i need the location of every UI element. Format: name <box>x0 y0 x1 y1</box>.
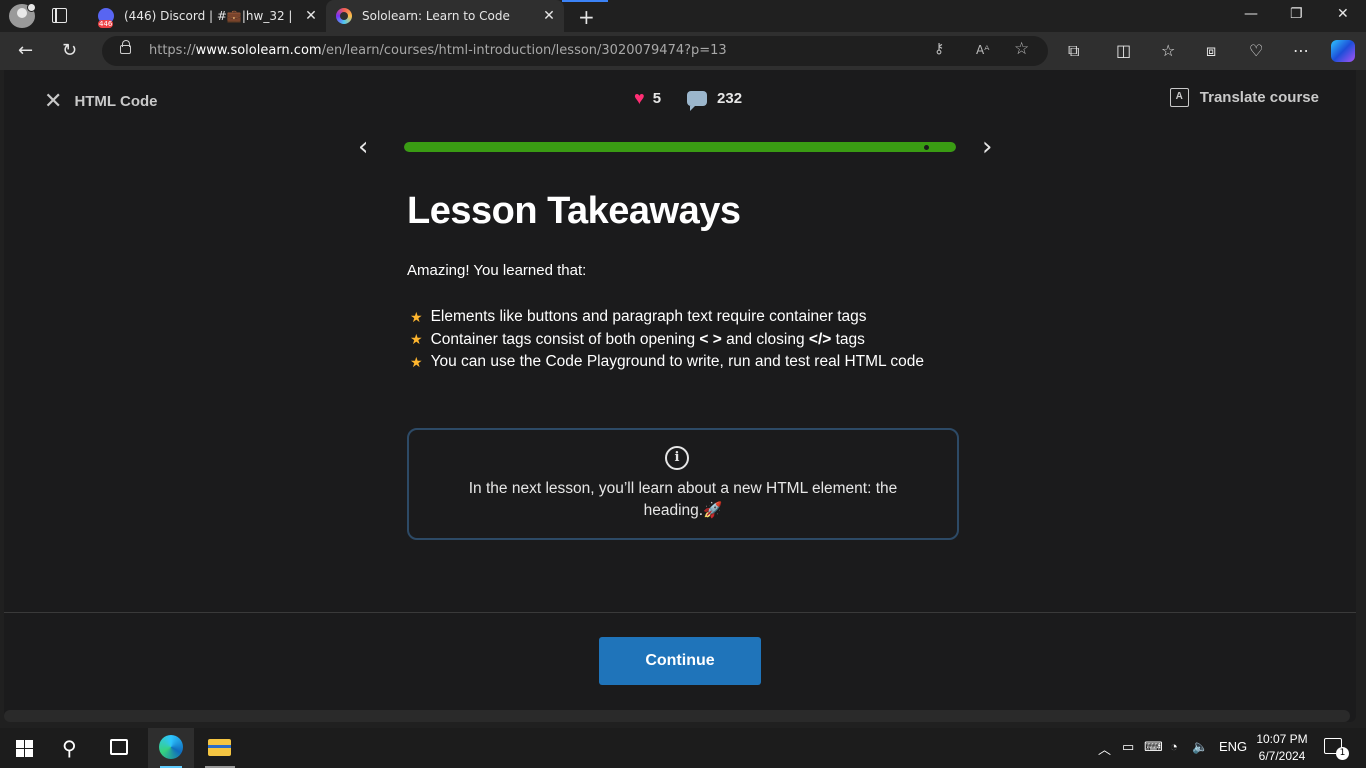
favorite-star-icon[interactable]: ☆ <box>1014 39 1029 59</box>
sololearn-icon <box>336 8 352 24</box>
refresh-icon[interactable]: ↻ <box>62 40 77 61</box>
comments-count[interactable]: 232 <box>717 90 742 107</box>
lesson-heading: Lesson Takeaways <box>407 190 741 232</box>
discord-icon: 446 <box>98 8 114 28</box>
close-lesson-button[interactable]: ✕ HTML Code <box>44 88 158 114</box>
minimize-icon[interactable]: — <box>1244 6 1258 22</box>
star-icon: ★ <box>410 353 423 370</box>
extensions-icon[interactable]: ⧉ <box>1068 41 1079 61</box>
tab-close-icon[interactable]: ✕ <box>296 8 326 24</box>
progress-fill <box>404 142 956 152</box>
takeaway-text: Elements like buttons and paragraph text… <box>430 308 867 326</box>
takeaway-text: You can use the Code Playground to write… <box>430 353 924 371</box>
profile-avatar-icon[interactable] <box>9 3 36 28</box>
hearts-count: 5 <box>652 90 662 107</box>
takeaway-text: Container tags consist of both opening <… <box>430 330 865 348</box>
network-icon[interactable]: ◔ <box>1170 739 1178 754</box>
horizontal-scrollbar[interactable] <box>4 710 1350 722</box>
clock-time: 10:07 PM <box>1256 732 1308 746</box>
heart-icon: ♥ <box>634 88 645 108</box>
tab-close-icon[interactable]: ✕ <box>534 8 564 24</box>
file-explorer-icon[interactable] <box>208 739 231 756</box>
notification-center-icon[interactable]: 1 <box>1324 738 1349 760</box>
star-icon: ★ <box>410 308 423 325</box>
lesson-header: ✕ HTML Code ♥ 5 232 A Translate course <box>4 70 1356 128</box>
windows-taskbar: ⚲ ︿ ▭ ⌨ ◔ 🔈 ENG 10:07 PM 6/7/2024 1 <box>0 728 1366 768</box>
next-arrow-icon[interactable]: › <box>982 132 992 162</box>
browser-tab-strip: 446 (446) Discord | #💼|hw_32 | Goa ✕ Sol… <box>0 0 1366 32</box>
more-menu-icon[interactable]: ⋯ <box>1293 41 1309 60</box>
lock-icon[interactable] <box>120 40 131 54</box>
url-text[interactable]: https://www.sololearn.com/en/learn/cours… <box>149 43 727 58</box>
address-bar[interactable]: https://www.sololearn.com/en/learn/cours… <box>102 36 1048 66</box>
task-view-icon[interactable] <box>110 739 128 755</box>
list-item: ★ Container tags consist of both opening… <box>410 329 924 352</box>
read-aloud-icon[interactable]: Aᴬ <box>976 43 989 57</box>
edge-taskbar-icon[interactable] <box>148 728 194 768</box>
browser-essentials-icon[interactable]: ♡ <box>1249 41 1263 60</box>
key-icon[interactable]: ⚷ <box>934 41 944 57</box>
collections-icon[interactable]: ⧈ <box>1206 41 1216 61</box>
tab-title: Sololearn: Learn to Code <box>362 9 510 23</box>
close-icon: ✕ <box>44 88 63 113</box>
lesson-page: ✕ HTML Code ♥ 5 232 A Translate course ‹… <box>4 70 1356 722</box>
taskbar-clock[interactable]: 10:07 PM 6/7/2024 <box>1252 731 1312 765</box>
input-method-icon[interactable]: ⌨ <box>1144 739 1163 755</box>
star-icon: ★ <box>410 331 423 348</box>
favorites-icon[interactable]: ☆ <box>1161 41 1175 60</box>
tab-actions-icon[interactable] <box>52 8 67 23</box>
continue-button[interactable]: Continue <box>599 637 761 685</box>
tab-discord[interactable]: 446 (446) Discord | #💼|hw_32 | Goa ✕ <box>88 0 326 32</box>
translate-course-button[interactable]: A Translate course <box>1169 88 1319 107</box>
split-screen-icon[interactable]: ◫ <box>1116 41 1131 60</box>
tab-title: (446) Discord | #💼|hw_32 | Goa <box>124 9 296 23</box>
back-icon[interactable]: ← <box>18 40 33 61</box>
lesson-stats: ♥ 5 232 <box>634 88 742 111</box>
translate-label: Translate course <box>1199 89 1319 106</box>
search-icon[interactable]: ⚲ <box>62 736 77 760</box>
language-indicator[interactable]: ENG <box>1219 739 1247 754</box>
lesson-intro: Amazing! You learned that: <box>407 262 587 279</box>
browser-toolbar: ← ↻ https://www.sololearn.com/en/learn/c… <box>0 32 1366 70</box>
comment-icon[interactable] <box>687 91 708 111</box>
course-title: HTML Code <box>74 92 158 110</box>
close-window-icon[interactable]: ✕ <box>1337 6 1349 22</box>
previous-arrow-icon[interactable]: ‹ <box>358 132 368 162</box>
clock-date: 6/7/2024 <box>1258 749 1306 763</box>
list-item: ★ You can use the Code Playground to wri… <box>410 351 924 374</box>
progress-marker <box>924 145 929 150</box>
show-hidden-icons-icon[interactable]: ︿ <box>1098 739 1111 758</box>
lesson-progress-bar <box>404 142 956 152</box>
info-text: In the next lesson, you’ll learn about a… <box>468 480 898 519</box>
windows-start-icon[interactable] <box>16 740 33 757</box>
info-icon: i <box>665 446 689 470</box>
takeaways-list: ★ Elements like buttons and paragraph te… <box>410 306 924 374</box>
info-callout: i In the next lesson, you’ll learn about… <box>407 428 959 540</box>
translate-icon: A <box>1169 88 1189 107</box>
restore-icon[interactable]: ❐ <box>1290 6 1303 22</box>
new-tab-icon[interactable]: + <box>578 5 595 29</box>
copilot-icon[interactable] <box>1331 40 1355 62</box>
footer-divider <box>4 612 1356 613</box>
tab-sololearn[interactable]: Sololearn: Learn to Code ✕ <box>326 0 608 32</box>
list-item: ★ Elements like buttons and paragraph te… <box>410 306 924 329</box>
volume-icon[interactable]: 🔈 <box>1192 739 1208 755</box>
meet-now-icon[interactable]: ▭ <box>1122 739 1134 755</box>
